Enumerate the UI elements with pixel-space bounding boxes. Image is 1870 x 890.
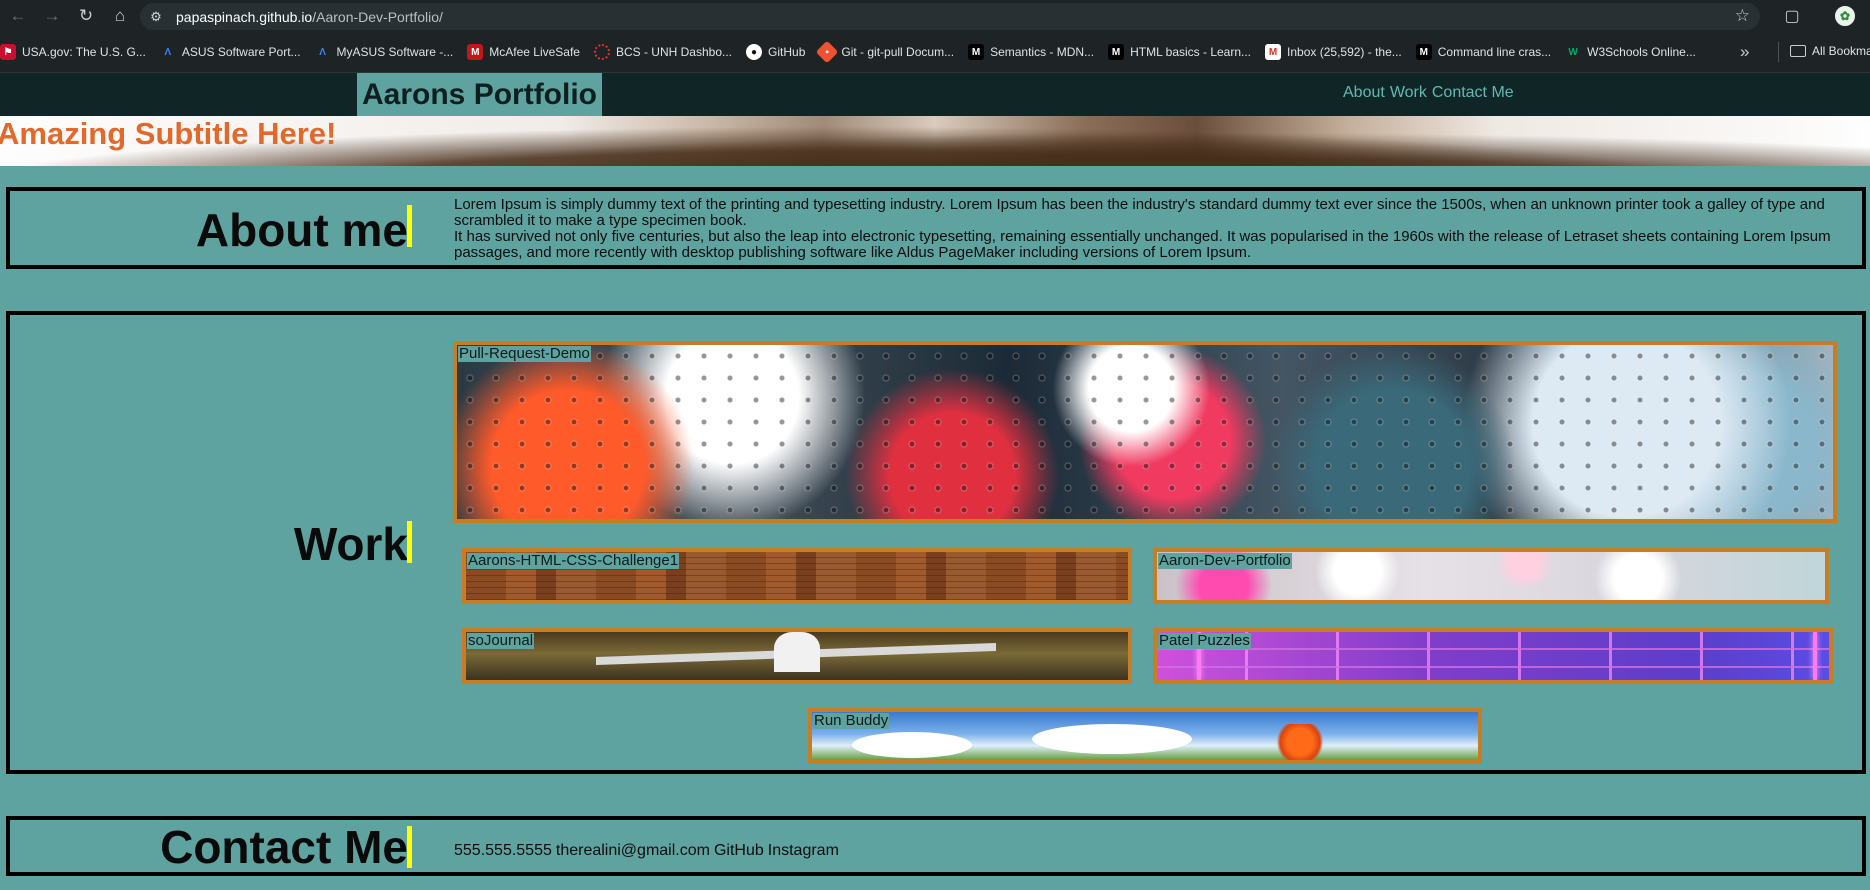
heading-accent-bar	[407, 826, 412, 868]
profile-avatar[interactable]: ✿	[1833, 4, 1857, 28]
browser-toolbar: ← → ↻ ⌂ ⚙ papaspinach.github.io/Aaron-De…	[0, 0, 1870, 32]
site-info-icon[interactable]: ⚙	[144, 5, 168, 29]
about-paragraph: It has survived not only five centuries,…	[454, 228, 1831, 261]
project-image	[1272, 724, 1328, 760]
bookmark-label: McAfee LiveSafe	[489, 45, 580, 59]
contact-info: 555.555.5555 therealini@gmail.com GitHub…	[454, 842, 839, 860]
gmail-icon: M	[1265, 44, 1282, 60]
project-image	[1157, 648, 1829, 650]
project-image	[852, 732, 972, 758]
bookmark-label: GitHub	[768, 45, 806, 59]
folder-icon	[1790, 45, 1806, 57]
project-card[interactable]: Run Buddy	[808, 708, 1482, 764]
all-bookmarks-label: All Bookmarks	[1812, 44, 1870, 58]
about-heading: About me	[195, 204, 408, 256]
git-icon: •	[816, 40, 839, 64]
contact-section: Contact Me 555.555.5555 therealini@gmail…	[6, 816, 1866, 876]
site-subtitle: Amazing Subtitle Here!	[0, 116, 337, 151]
extensions-icon[interactable]: ▢	[1780, 4, 1804, 28]
about-section: About me Lorem Ipsum is simply dummy tex…	[6, 187, 1866, 269]
bookmark-w3schools[interactable]: W W3Schools Online...	[1565, 44, 1696, 60]
bookmark-myasus[interactable]: Λ MyASUS Software -...	[315, 44, 454, 60]
project-image	[457, 345, 1833, 519]
w3schools-icon: W	[1568, 46, 1578, 58]
bookmarks-bar: ⚑ USA.gov: The U.S. G... Λ ASUS Software P…	[0, 32, 1870, 73]
project-title[interactable]: Patel Puzzles	[1158, 633, 1251, 649]
forward-icon[interactable]: →	[36, 0, 68, 32]
site-nav: About Work Contact Me	[1343, 84, 1514, 102]
project-card[interactable]: Aaron-Dev-Portfolio	[1153, 548, 1829, 604]
bookmark-asus-software[interactable]: Λ ASUS Software Port...	[160, 44, 301, 60]
heading-accent-bar	[407, 521, 412, 563]
asus-icon: Λ	[319, 46, 326, 58]
bookmark-label: MyASUS Software -...	[336, 45, 454, 59]
nav-link-work[interactable]: Work	[1390, 84, 1427, 102]
bookmark-label: BCS - UNH Dashbo...	[615, 45, 733, 59]
nav-link-about[interactable]: About	[1343, 84, 1385, 102]
project-title[interactable]: Aaron-Dev-Portfolio	[1158, 553, 1292, 569]
github-icon: ●	[746, 44, 763, 60]
url-text[interactable]: papaspinach.github.io/Aaron-Dev-Portfoli…	[176, 9, 443, 25]
bookmark-star-icon[interactable]: ☆	[1735, 6, 1750, 26]
project-image	[1032, 724, 1192, 754]
project-image	[1157, 666, 1829, 668]
bookmark-github[interactable]: ● GitHub	[746, 44, 805, 60]
mdn-icon: M	[1108, 44, 1125, 60]
nav-link-contact[interactable]: Contact Me	[1432, 84, 1514, 102]
project-card[interactable]: Patel Puzzles	[1153, 628, 1833, 684]
bookmark-semantics-mdn[interactable]: M Semantics - MDN...	[968, 44, 1094, 60]
project-card[interactable]: soJournal	[462, 628, 1132, 684]
bookmark-label: ASUS Software Port...	[181, 45, 301, 59]
project-title[interactable]: Aarons-HTML-CSS-Challenge1	[467, 553, 680, 569]
work-heading: Work	[293, 518, 408, 570]
reload-icon[interactable]: ↻	[70, 0, 102, 32]
project-card[interactable]: Aarons-HTML-CSS-Challenge1	[462, 548, 1132, 604]
url-path: /Aaron-Dev-Portfolio/	[312, 8, 443, 25]
url-host: papaspinach.github.io	[176, 8, 313, 25]
contact-instagram-link[interactable]: Instagram	[768, 842, 839, 860]
project-title[interactable]: soJournal	[467, 633, 535, 649]
bookmark-label: W3Schools Online...	[1587, 45, 1696, 59]
site-header: Aarons Portfolio About Work Contact Me	[0, 73, 1870, 116]
contact-email[interactable]: therealini@gmail.com	[556, 842, 710, 860]
bookmark-inbox[interactable]: M Inbox (25,592) - the...	[1265, 44, 1402, 60]
contact-phone[interactable]: 555.555.5555	[454, 842, 552, 860]
bookmark-bcs[interactable]: BCS - UNH Dashbo...	[593, 44, 733, 60]
mdn-icon: M	[1415, 44, 1432, 60]
home-icon[interactable]: ⌂	[104, 0, 136, 32]
about-text: Lorem Ipsum is simply dummy text of the …	[454, 197, 1858, 261]
mdn-icon: M	[968, 44, 985, 60]
project-image	[1813, 632, 1817, 680]
chevron-more-icon[interactable]: »	[1740, 42, 1749, 62]
bookmarks-divider	[1778, 42, 1779, 62]
about-paragraph: Lorem Ipsum is simply dummy text of the …	[454, 196, 1825, 229]
bookmark-mcafee[interactable]: M McAfee LiveSafe	[467, 44, 580, 60]
address-bar[interactable]: ⚙ papaspinach.github.io/Aaron-Dev-Portfo…	[140, 3, 1760, 30]
project-title[interactable]: Pull-Request-Demo	[458, 346, 591, 362]
project-title[interactable]: Run Buddy	[813, 713, 890, 729]
contact-github-link[interactable]: GitHub	[714, 842, 764, 860]
bcs-icon	[593, 44, 610, 60]
bookmark-git-pull[interactable]: • Git - git-pull Docum...	[816, 40, 955, 64]
bookmark-command-line[interactable]: M Command line cras...	[1415, 44, 1552, 60]
all-bookmarks-button[interactable]: All Bookmarks	[1790, 44, 1870, 58]
bookmark-usa-gov[interactable]: ⚑ USA.gov: The U.S. G...	[0, 44, 146, 60]
bookmark-label: Semantics - MDN...	[990, 45, 1095, 59]
bookmark-html-basics[interactable]: M HTML basics - Learn...	[1108, 44, 1251, 60]
project-card[interactable]: Pull-Request-Demo	[453, 341, 1837, 523]
contact-heading: Contact Me	[160, 821, 408, 873]
asus-icon: Λ	[164, 46, 172, 58]
bookmark-label: Command line cras...	[1437, 45, 1552, 59]
bookmark-label: HTML basics - Learn...	[1130, 45, 1252, 59]
bookmark-label: USA.gov: The U.S. G...	[22, 45, 146, 59]
bookmark-label: Inbox (25,592) - the...	[1287, 45, 1402, 59]
back-icon[interactable]: ←	[2, 0, 34, 32]
heading-accent-bar	[407, 205, 412, 247]
flag-icon: ⚑	[0, 44, 16, 60]
site-title: Aarons Portfolio	[357, 73, 603, 116]
work-section: Work Pull-Request-Demo Aarons-HTML-CSS-C…	[6, 311, 1866, 774]
project-image	[774, 632, 820, 672]
bookmark-label: Git - git-pull Docum...	[841, 45, 955, 59]
mcafee-icon: M	[467, 44, 484, 60]
